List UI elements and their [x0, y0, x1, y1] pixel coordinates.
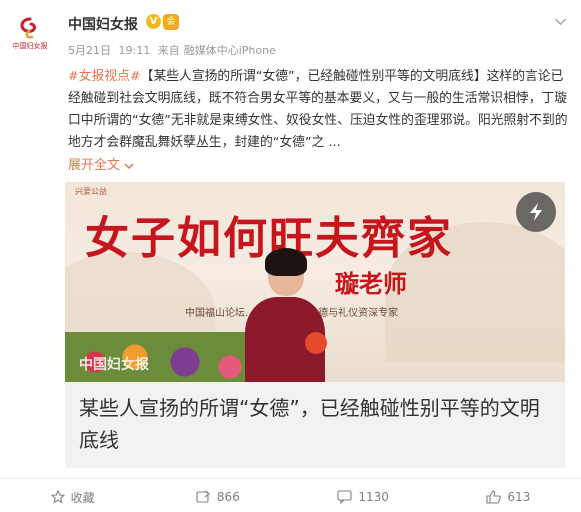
favorite-label: 收藏 — [70, 490, 95, 505]
post-source[interactable]: 融媒体中心iPhone — [184, 44, 276, 57]
article-title[interactable]: 某些人宣扬的所谓“女德”，已经触碰性别平等的文明底线 — [79, 392, 549, 456]
speaker-hair — [265, 248, 307, 276]
username-link[interactable]: 中国妇女报 — [68, 14, 138, 34]
avatar-logo-text: 中国妇女报 — [12, 42, 48, 50]
article-card[interactable]: 兴爱公益 女子如何旺夫齊家 璇老师 中国福山论坛…讲师， 著名女德与礼仪资深专家… — [65, 182, 565, 468]
image-watermark: 中国妇女报 — [79, 357, 149, 373]
post-meta: 5月21日 19:11 来自 融媒体中心iPhone — [68, 42, 280, 58]
post-ellipsis: ... — [324, 135, 341, 150]
post-text: 【某些人宣扬的所谓“女德”，已经触碰性别平等的文明底线】这样的言论已经触碰到社会… — [68, 69, 568, 150]
star-icon — [50, 490, 65, 504]
like-button[interactable]: 613 — [436, 484, 581, 510]
comment-count: 1130 — [358, 490, 389, 504]
source-prefix: 来自 — [157, 44, 180, 57]
expand-label: 展开全文 — [68, 158, 121, 173]
chevron-down-icon — [124, 162, 134, 169]
article-thumbnail[interactable]: 兴爱公益 女子如何旺夫齊家 璇老师 中国福山论坛…讲师， 著名女德与礼仪资深专家… — [65, 182, 565, 382]
comment-button[interactable]: 1130 — [291, 484, 436, 510]
banner-teacher: 璇老师 — [335, 269, 407, 298]
more-options-chevron-icon[interactable] — [554, 13, 567, 26]
avatar[interactable]: 中国妇女报 — [6, 10, 54, 58]
hashtag-link[interactable]: #女报视点# — [68, 69, 141, 84]
like-count: 613 — [507, 490, 531, 504]
logo-swirl-icon — [20, 17, 36, 39]
repost-icon — [196, 490, 210, 503]
action-bar-divider — [0, 478, 581, 479]
thumbs-up-icon — [486, 490, 502, 504]
expand-full-text-link[interactable]: 展开全文 — [68, 154, 134, 173]
favorite-button[interactable]: 收藏 — [0, 484, 145, 510]
banner-small-label: 兴爱公益 — [75, 187, 107, 196]
action-bar: 收藏 866 1130 613 — [0, 484, 581, 510]
repost-button[interactable]: 866 — [145, 484, 290, 510]
post-date[interactable]: 5月21日 — [68, 44, 111, 57]
lightning-icon — [530, 203, 542, 221]
verified-badge-icon: V — [146, 14, 161, 29]
media-play-button[interactable] — [516, 192, 556, 232]
held-flower — [305, 332, 327, 354]
post-body: #女报视点#【某些人宣扬的所谓“女德”，已经触碰性别平等的文明底线】这样的言论已… — [68, 66, 568, 154]
post-time[interactable]: 19:11 — [119, 44, 151, 57]
comment-icon — [337, 490, 352, 504]
repost-count: 866 — [216, 490, 240, 504]
vip-badge-icon: 会 — [163, 14, 179, 30]
